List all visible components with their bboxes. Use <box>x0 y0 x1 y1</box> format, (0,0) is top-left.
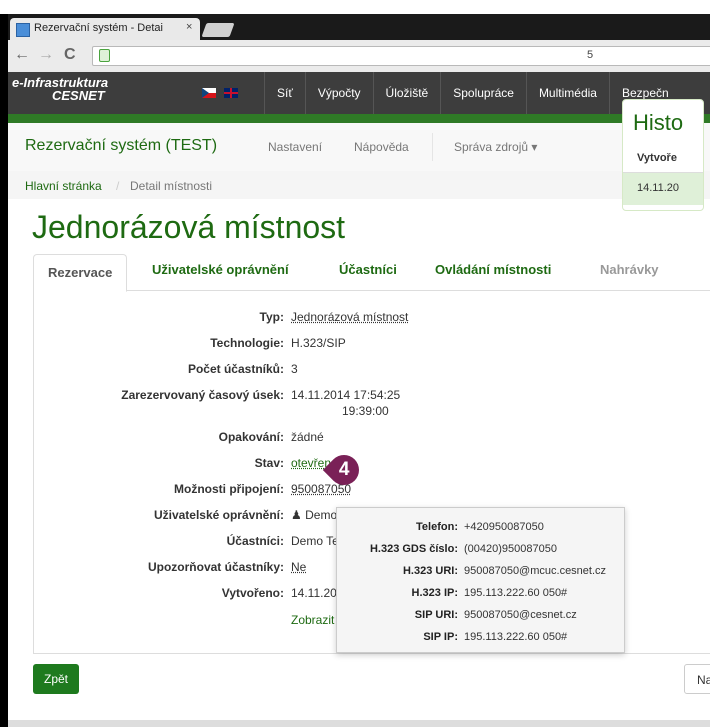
popup-label-h323-ip: H.323 IP: <box>411 587 458 599</box>
detail-labels: Typ: Technologie: Počet účastníků: Zarez… <box>34 291 284 653</box>
nav-help[interactable]: Nápověda <box>354 140 409 154</box>
popup-value-h323-uri: 950087050@mcuc.cesnet.cz <box>464 565 607 577</box>
history-column-header: Vytvoře <box>637 152 677 164</box>
app-navbar: Rezervační systém (TEST) Nastavení Nápov… <box>8 123 710 172</box>
tab-recordings: Nahrávky <box>600 262 659 277</box>
label-reserved-slot: Zarezervovaný časový úsek: <box>121 388 284 402</box>
top-margin <box>0 0 710 14</box>
browser-tab[interactable]: Rezervační systém - Detai × <box>10 18 200 40</box>
popup-label-h323-uri: H.323 URI: <box>402 565 458 577</box>
breadcrumb: Hlavní stránka / Detail místnosti <box>8 171 710 199</box>
history-row-date: 14.11.20 <box>637 182 680 194</box>
label-created: Vytvořeno: <box>221 586 284 600</box>
label-notify-participants: Upozorňovat účastníky: <box>147 560 284 574</box>
nav-separator <box>432 133 433 161</box>
popup-value-h323-gds: (00420)950087050 <box>464 543 557 555</box>
value-type[interactable]: Jednorázová místnost <box>291 310 408 324</box>
web-page: e-Infrastruktura CESNET Síť Výpočty Úlož… <box>8 72 710 727</box>
tab-participants[interactable]: Účastníci <box>339 262 397 277</box>
label-repeat: Opakování: <box>218 430 284 444</box>
value-reserved-end: 19:39:00 <box>342 404 389 418</box>
tab-user-permissions[interactable]: Uživatelské oprávnění <box>152 262 289 277</box>
popup-label-sip-ip: SIP IP: <box>423 631 458 643</box>
history-panel: Histo Vytvoře 14.11.20 <box>622 99 704 211</box>
forward-arrow-icon[interactable]: → <box>38 46 54 64</box>
value-reserved-start: 14.11.2014 17:54:25 <box>291 388 401 402</box>
step-number: 4 <box>338 458 350 480</box>
english-flag-icon[interactable] <box>224 88 239 98</box>
popup-label-sip-uri: SIP URI: <box>414 609 458 621</box>
history-title: Histo <box>633 110 684 135</box>
label-participants: Účastníci: <box>226 534 284 548</box>
popup-label-h323-gds: H.323 GDS číslo: <box>369 543 458 555</box>
address-bar[interactable]: 5 <box>92 46 710 66</box>
label-connection-options: Možnosti připojení: <box>174 482 284 496</box>
page-bottom-strip <box>8 720 710 727</box>
value-participant-count: 3 <box>291 362 298 376</box>
back-arrow-icon[interactable]: ← <box>14 46 30 64</box>
logo-line2: CESNET <box>52 88 105 103</box>
popup-value-sip-ip: 195.113.222.60 050# <box>464 631 568 643</box>
page-title: Jednorázová místnost <box>32 209 346 245</box>
label-participant-count: Počet účastníků: <box>187 362 284 376</box>
breadcrumb-separator: / <box>116 179 120 193</box>
browser-tab-strip: Rezervační systém - Detai × <box>8 14 710 40</box>
new-tab-button[interactable] <box>201 23 235 37</box>
back-button[interactable]: Zpět <box>33 664 79 694</box>
address-text: 5 <box>587 49 594 61</box>
next-button[interactable]: Na <box>684 664 710 694</box>
favicon-icon <box>16 23 30 37</box>
lock-icon <box>99 49 110 62</box>
reload-icon[interactable]: C <box>64 46 76 64</box>
breadcrumb-home[interactable]: Hlavní stránka <box>25 179 102 193</box>
label-type: Typ: <box>259 310 284 324</box>
cesnet-menu: Síť Výpočty Úložiště Spolupráce Multiméd… <box>264 72 681 114</box>
tab-reservation[interactable]: Rezervace <box>33 254 128 292</box>
tab-room-control[interactable]: Ovládání místnosti <box>435 262 551 277</box>
nav-resource-management[interactable]: Správa zdrojů ▾ <box>454 140 537 154</box>
label-technology: Technologie: <box>210 336 284 350</box>
popup-value-phone: +420950087050 <box>464 521 544 533</box>
value-technology: H.323/SIP <box>291 336 346 350</box>
label-user-permission: Uživatelské oprávnění: <box>153 508 284 522</box>
connection-options-tooltip: Telefon: +420950087050 H.323 GDS číslo: … <box>336 507 625 653</box>
cesnet-menu-sit[interactable]: Síť <box>264 72 305 114</box>
cesnet-menu-uloziste[interactable]: Úložiště <box>372 72 441 114</box>
browser-toolbar: ← → C 5 <box>8 40 710 73</box>
value-notify-participants[interactable]: Ne <box>291 560 306 574</box>
user-icon: ♟ <box>291 508 302 522</box>
cesnet-menu-multimedia[interactable]: Multimédia <box>525 72 609 114</box>
breadcrumb-current: Detail místnosti <box>130 179 213 193</box>
popup-value-sip-uri: 950087050@cesnet.cz <box>464 609 577 621</box>
popup-value-h323-ip: 195.113.222.60 050# <box>464 587 568 599</box>
green-divider <box>8 114 710 123</box>
cesnet-header: e-Infrastruktura CESNET Síť Výpočty Úlož… <box>8 72 710 114</box>
language-flags <box>202 88 242 106</box>
tab-bar: Rezervace Uživatelské oprávnění Účastníc… <box>33 254 710 292</box>
popup-label-phone: Telefon: <box>416 521 458 533</box>
browser-tab-title: Rezervační systém - Detai <box>34 22 163 34</box>
nav-settings[interactable]: Nastavení <box>268 140 322 154</box>
cesnet-logo[interactable]: e-Infrastruktura CESNET <box>12 76 108 102</box>
value-repeat: žádné <box>291 430 324 444</box>
app-brand[interactable]: Rezervační systém (TEST) <box>25 137 217 155</box>
close-tab-icon[interactable]: × <box>186 21 192 33</box>
cesnet-menu-vypocty[interactable]: Výpočty <box>304 72 373 114</box>
label-state: Stav: <box>254 456 284 470</box>
czech-flag-icon[interactable] <box>202 88 216 98</box>
cesnet-menu-spoluprace[interactable]: Spolupráce <box>440 72 526 114</box>
